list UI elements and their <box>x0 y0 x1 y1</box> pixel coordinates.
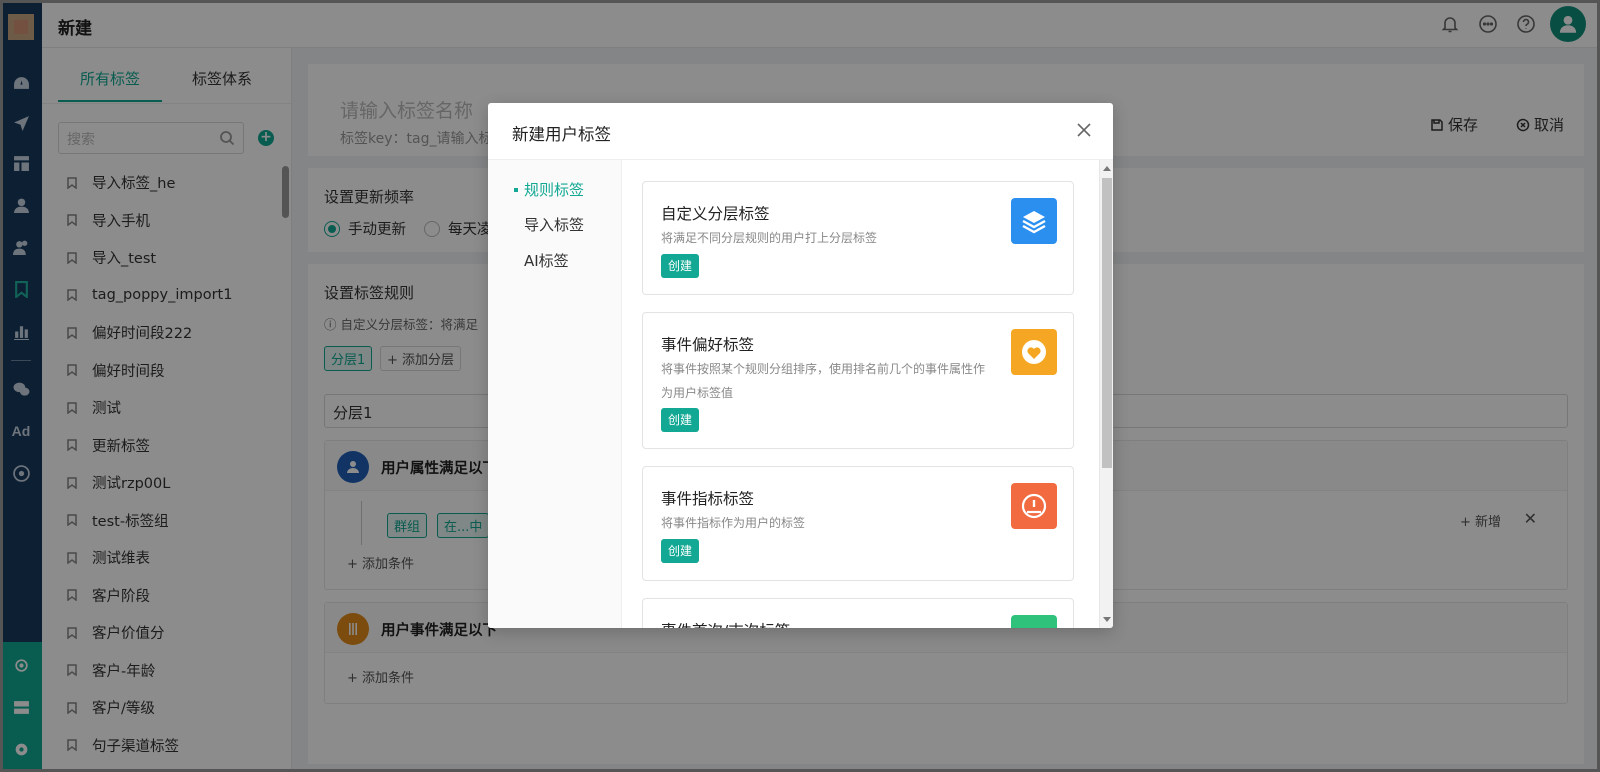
create-button[interactable]: 创建 <box>661 539 700 563</box>
template-desc: 将事件指标作为用户的标签 <box>661 516 806 530</box>
heart-icon <box>1011 329 1057 375</box>
template-desc: 将满足不同分层规则的用户打上分层标签 <box>661 231 878 245</box>
template-card-layered[interactable]: 自定义分层标签 将满足不同分层规则的用户打上分层标签 创建 <box>642 181 1074 295</box>
template-title: 自定义分层标签 <box>661 205 770 223</box>
template-title: 事件首次/末次标签 <box>661 619 790 628</box>
nav-rule-tag[interactable]: 规则标签 <box>524 179 584 200</box>
template-list: 自定义分层标签 将满足不同分层规则的用户打上分层标签 创建 事件偏好标签 将事件… <box>622 160 1099 628</box>
create-button[interactable]: 创建 <box>661 254 700 278</box>
layers-icon <box>1011 198 1057 244</box>
modal-title: 新建用户标签 <box>512 125 611 144</box>
template-title: 事件指标标签 <box>661 490 755 508</box>
template-card-first-last[interactable]: 事件首次/末次标签 <box>642 598 1074 628</box>
modal-header: 新建用户标签 <box>488 103 1113 160</box>
template-title: 事件偏好标签 <box>661 336 755 354</box>
modal-scrollbar[interactable] <box>1099 160 1113 628</box>
template-card-preference[interactable]: 事件偏好标签 将事件按照某个规则分组排序，使用排名前几个的事件属性作为用户标签值… <box>642 312 1074 449</box>
modal-nav: 规则标签 导入标签 AI标签 <box>488 160 622 628</box>
scroll-down-icon[interactable] <box>1103 617 1111 622</box>
new-tag-modal: 新建用户标签 规则标签 导入标签 AI标签 自定义分层标签 将满足不同分层规则的… <box>488 103 1113 628</box>
template-desc: 将事件按照某个规则分组排序，使用排名前几个的事件属性作为用户标签值 <box>661 362 986 400</box>
close-icon[interactable] <box>1075 121 1093 139</box>
scroll-thumb[interactable] <box>1102 178 1112 468</box>
create-button[interactable]: 创建 <box>661 408 700 432</box>
nav-ai-tag[interactable]: AI标签 <box>524 250 569 271</box>
scroll-up-icon[interactable] <box>1103 166 1111 171</box>
template-card-metric[interactable]: 事件指标标签 将事件指标作为用户的标签 创建 <box>642 466 1074 581</box>
nav-active-bullet <box>514 188 518 192</box>
calendar-icon <box>1011 615 1057 628</box>
nav-import-tag[interactable]: 导入标签 <box>524 214 584 235</box>
gauge-icon <box>1011 483 1057 529</box>
